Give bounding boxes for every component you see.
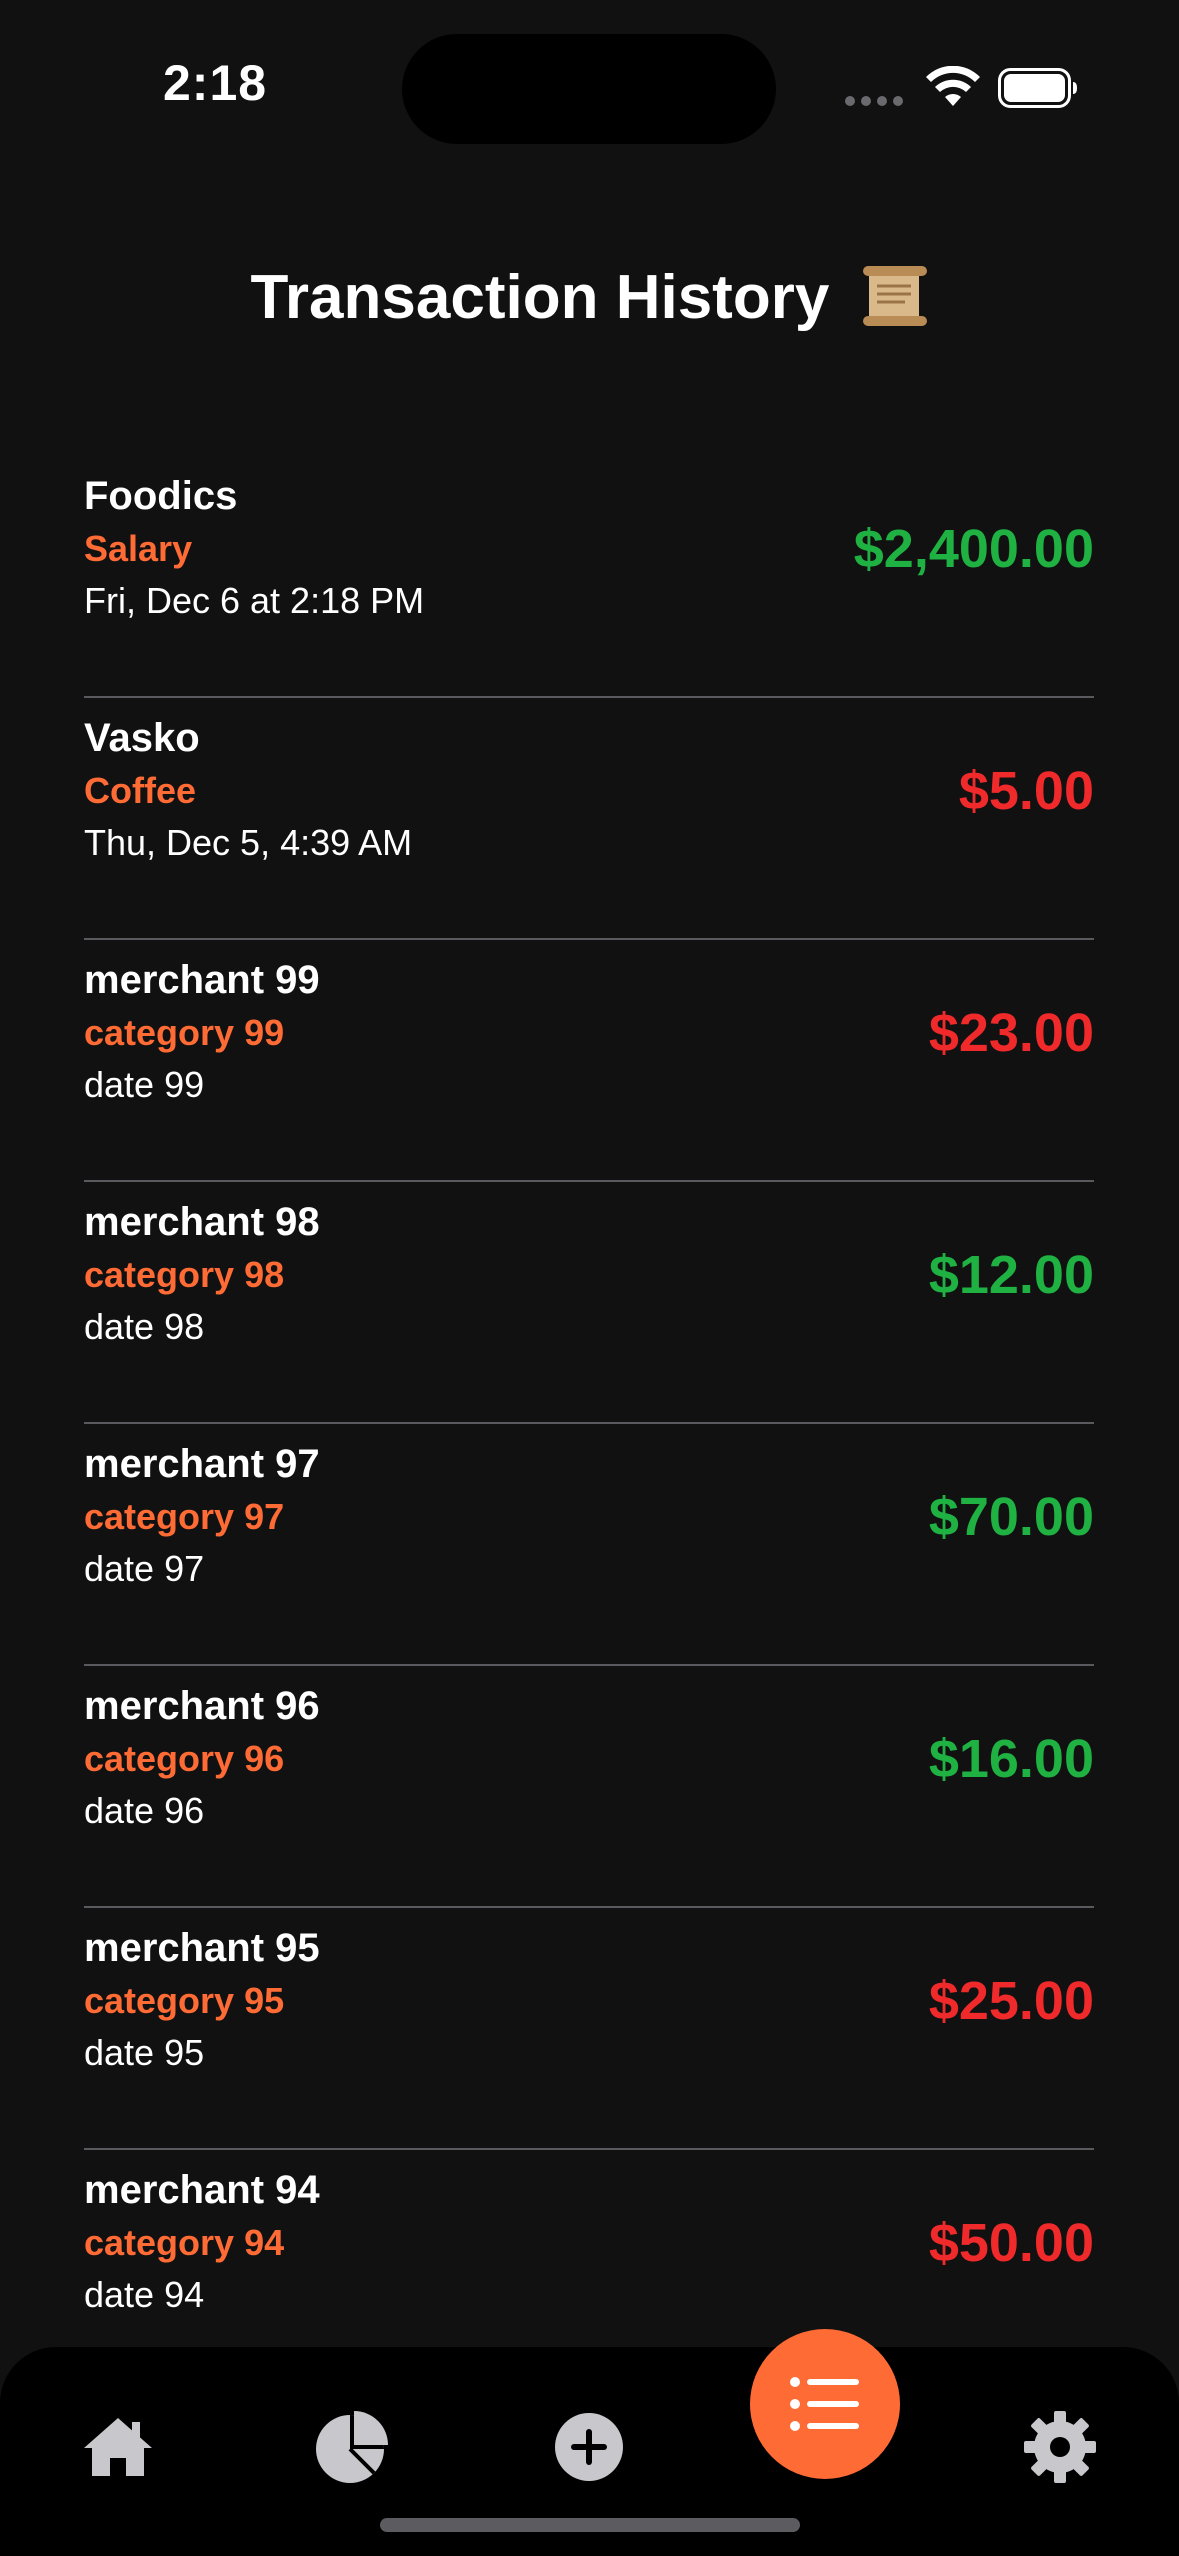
home-indicator (380, 2518, 800, 2532)
transaction-category: category 96 (84, 1738, 285, 1779)
wifi-icon (926, 66, 980, 106)
transaction-amount: $23.00 (928, 1003, 1094, 1063)
transaction-amount: $70.00 (928, 1487, 1094, 1547)
transaction-merchant: merchant 98 (84, 1200, 320, 1244)
transaction-amount: $5.00 (958, 761, 1094, 821)
tab-statistics[interactable] (312, 2407, 392, 2487)
transaction-date: date 98 (84, 1306, 205, 1347)
transaction-merchant: merchant 94 (84, 2168, 320, 2212)
transaction-date: date 96 (84, 1790, 205, 1831)
plus-circle-icon (555, 2413, 623, 2481)
transaction-date: date 97 (84, 1548, 205, 1589)
transaction-date: date 95 (84, 2032, 205, 2073)
transaction-amount: $16.00 (928, 1729, 1094, 1789)
transaction-merchant: merchant 99 (84, 958, 320, 1002)
list-icon (790, 2377, 859, 2431)
transaction-list[interactable]: Foodics Salary Fri, Dec 6 at 2:18 PM $2,400… (84, 456, 1094, 2392)
transaction-category: category 94 (84, 2222, 285, 2263)
transaction-row[interactable]: merchant 97 category 97 date 97 $70.00 (84, 1424, 1094, 1666)
tab-home[interactable] (78, 2407, 158, 2487)
transaction-row[interactable]: merchant 96 category 96 date 96 $16.00 (84, 1666, 1094, 1908)
battery-icon (998, 68, 1077, 108)
tab-add-transaction[interactable] (549, 2407, 629, 2487)
transaction-amount: $12.00 (928, 1245, 1094, 1305)
transaction-category: category 95 (84, 1980, 285, 2021)
status-time: 2:18 (163, 55, 268, 111)
transaction-merchant: Vasko (84, 716, 200, 760)
gear-icon (1024, 2411, 1096, 2483)
transaction-merchant: merchant 97 (84, 1442, 320, 1486)
scroll-icon (862, 266, 927, 326)
tab-transactions[interactable] (750, 2329, 900, 2479)
transaction-row[interactable]: Foodics Salary Fri, Dec 6 at 2:18 PM $2,400… (84, 456, 1094, 698)
page-title-text: Transaction History (250, 263, 830, 332)
transaction-amount: $50.00 (928, 2213, 1094, 2273)
transaction-amount: $2,400.00 (853, 519, 1094, 579)
transaction-row[interactable]: merchant 95 category 95 date 95 $25.00 (84, 1908, 1094, 2150)
transaction-merchant: merchant 96 (84, 1684, 320, 1728)
transaction-category: Coffee (84, 770, 197, 811)
transaction-merchant: Foodics (84, 474, 238, 518)
transaction-merchant: merchant 95 (84, 1926, 320, 1970)
transaction-category: Salary (84, 528, 193, 569)
house-icon (84, 2418, 152, 2476)
transaction-date: Thu, Dec 5, 4:39 AM (84, 822, 413, 863)
dynamic-island (402, 34, 776, 144)
transaction-date: date 99 (84, 1064, 205, 1105)
transaction-row[interactable]: Vasko Coffee Thu, Dec 5, 4:39 AM $5.00 (84, 698, 1094, 940)
tab-settings[interactable] (1020, 2407, 1100, 2487)
cellular-signal-icon (845, 96, 903, 106)
pie-chart-icon (316, 2411, 388, 2483)
transaction-date: Fri, Dec 6 at 2:18 PM (84, 580, 425, 621)
transaction-row[interactable]: merchant 99 category 99 date 99 $23.00 (84, 940, 1094, 1182)
transaction-category: category 98 (84, 1254, 285, 1295)
transaction-amount: $25.00 (928, 1971, 1094, 2031)
transaction-category: category 99 (84, 1012, 285, 1053)
transaction-category: category 97 (84, 1496, 285, 1537)
page-title: Transaction History (0, 262, 1179, 333)
transaction-history-screen: 2:18 Transaction History Foodics Salary Fr… (0, 0, 1179, 2556)
transaction-date: date 94 (84, 2274, 205, 2315)
transaction-row[interactable]: merchant 98 category 98 date 98 $12.00 (84, 1182, 1094, 1424)
